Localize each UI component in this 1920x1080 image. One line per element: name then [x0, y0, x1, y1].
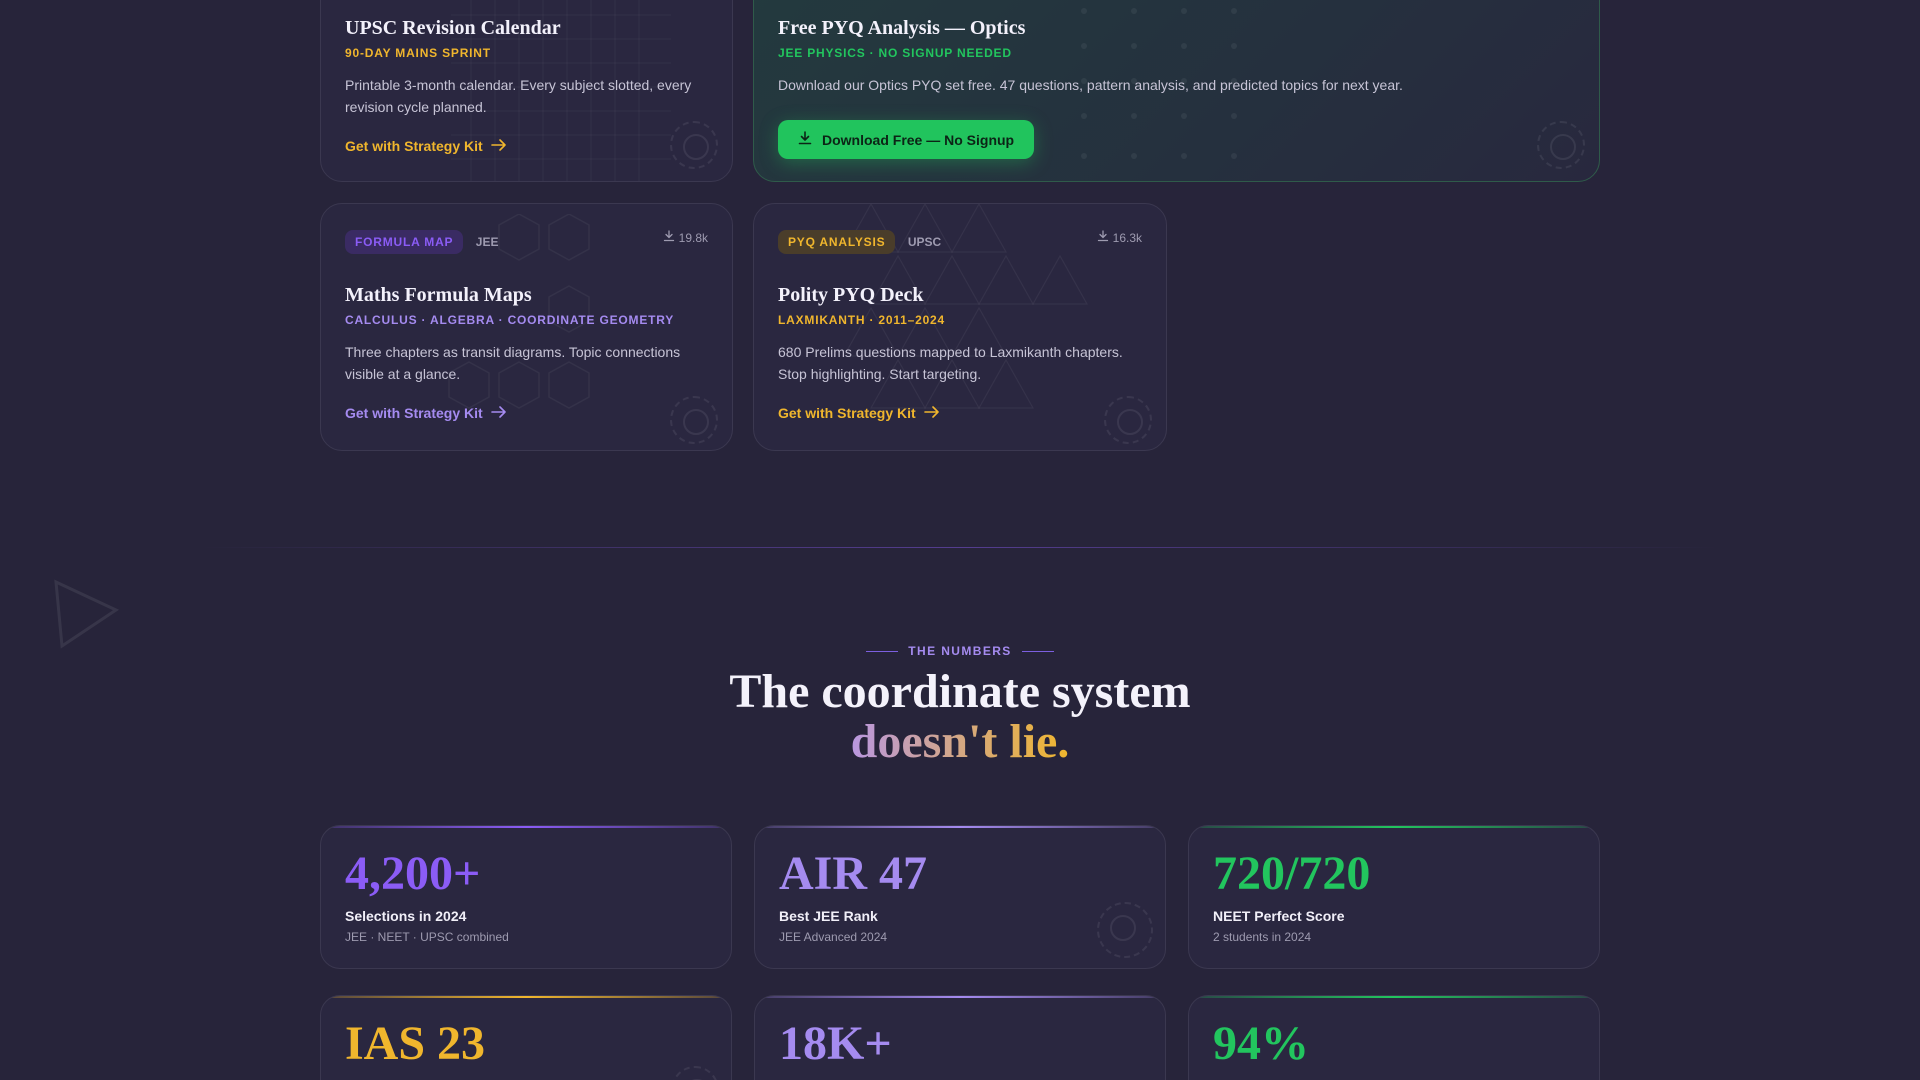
- stat-label: Selections in 2024: [345, 908, 467, 924]
- card-title: Maths Formula Maps: [345, 284, 532, 306]
- ring-decoration-icon: [670, 396, 718, 444]
- download-icon: [798, 131, 812, 148]
- card-subtitle: JEE PHYSICS · NO SIGNUP NEEDED: [778, 46, 1012, 60]
- eyebrow-line: [866, 650, 899, 652]
- tag-jee: JEE: [475, 235, 499, 249]
- eyebrow-label: THE NUMBERS: [908, 644, 1012, 658]
- stat-value: 4,200+: [345, 847, 481, 900]
- eyebrow-line: [1021, 650, 1054, 652]
- card-title: Polity PYQ Deck: [778, 284, 924, 306]
- link-label: Get with Strategy Kit: [345, 138, 483, 154]
- stat-note: 2 students in 2024: [1213, 930, 1312, 944]
- optics-free-card: Free PYQ Analysis — Optics JEE PHYSICS ·…: [753, 0, 1600, 182]
- card-subtitle: 90-DAY MAINS SPRINT: [345, 46, 491, 60]
- stat-value: 94%: [1213, 1017, 1309, 1070]
- tag-pyq-analysis: PYQ ANALYSIS: [778, 230, 896, 254]
- stat-value: 720/720: [1213, 847, 1371, 900]
- stat-note: JEE · NEET · UPSC combined: [345, 930, 509, 944]
- download-button-label: Download Free — No Signup: [822, 131, 1015, 148]
- ring-decoration-icon: [1097, 902, 1153, 958]
- arrow-right-icon: [490, 138, 507, 154]
- download-free-button[interactable]: Download Free — No Signup: [778, 120, 1035, 159]
- stat-card: IAS 23: [320, 995, 732, 1080]
- stat-card: AIR 47 Best JEE Rank JEE Advanced 2024: [754, 825, 1166, 969]
- card-description: Download our Optics PYQ set free. 47 que…: [778, 77, 1403, 93]
- stat-accent-bar: [1189, 996, 1599, 998]
- stat-card: 4,200+ Selections in 2024 JEE · NEET · U…: [320, 825, 732, 969]
- stat-card: 94%: [1188, 995, 1600, 1080]
- link-label: Get with Strategy Kit: [778, 405, 916, 421]
- card-title: Free PYQ Analysis — Optics: [778, 17, 1026, 39]
- stat-accent-bar: [755, 996, 1165, 998]
- download-icon: [663, 230, 675, 245]
- link-label: Get with Strategy Kit: [345, 405, 483, 421]
- card-subtitle: LAXMIKANTH · 2011–2024: [778, 313, 945, 327]
- polity-pyq-card: PYQ ANALYSIS UPSC 16.3k Polity PYQ Deck …: [753, 203, 1167, 451]
- stat-value: 18K+: [779, 1017, 892, 1070]
- download-count: 16.3k: [1097, 230, 1142, 245]
- stat-card: 18K+: [754, 995, 1166, 1080]
- card-description: 680 Prelims questions mapped to Laxmikan…: [778, 344, 1123, 382]
- section-headline-accent: doesn't lie.: [0, 718, 1920, 766]
- get-strategy-kit-link[interactable]: Get with Strategy Kit: [778, 405, 940, 421]
- section-headline: The coordinate system: [729, 665, 1191, 718]
- arrow-right-icon: [923, 405, 940, 421]
- card-subtitle: CALCULUS · ALGEBRA · COORDINATE GEOMETRY: [345, 313, 675, 327]
- download-count-value: 16.3k: [1112, 230, 1142, 245]
- stat-value: AIR 47: [779, 847, 928, 900]
- section-divider: [200, 547, 1720, 548]
- card-description: Printable 3-month calendar. Every subjec…: [345, 77, 692, 115]
- download-icon: [1097, 230, 1109, 245]
- download-count-value: 19.8k: [678, 230, 708, 245]
- ring-decoration-icon: [671, 1066, 719, 1080]
- section-eyebrow: THE NUMBERS: [0, 644, 1920, 658]
- stat-value: IAS 23: [345, 1017, 486, 1070]
- ring-decoration-icon: [1104, 396, 1152, 444]
- ring-decoration-icon: [1537, 121, 1585, 169]
- stat-accent-bar: [755, 826, 1165, 828]
- card-description: Three chapters as transit diagrams. Topi…: [345, 344, 681, 382]
- stat-note: JEE Advanced 2024: [779, 930, 888, 944]
- get-strategy-kit-link[interactable]: Get with Strategy Kit: [345, 138, 507, 154]
- stat-card: 720/720 NEET Perfect Score 2 students in…: [1188, 825, 1600, 969]
- play-triangle-icon: [54, 579, 120, 649]
- card-title: UPSC Revision Calendar: [345, 17, 561, 39]
- tag-formula-map: FORMULA MAP: [345, 230, 464, 254]
- maths-formula-card: FORMULA MAP JEE 19.8k Maths Formula Maps…: [320, 203, 733, 451]
- stat-label: NEET Perfect Score: [1213, 908, 1345, 924]
- upsc-calendar-card: UPSC Revision Calendar 90-DAY MAINS SPRI…: [320, 0, 733, 182]
- tag-upsc: UPSC: [907, 235, 942, 249]
- stat-label: Best JEE Rank: [779, 908, 878, 924]
- headline-accent-text: doesn't lie.: [850, 715, 1070, 768]
- download-count: 19.8k: [663, 230, 708, 245]
- ring-decoration-icon: [670, 121, 718, 169]
- arrow-right-icon: [490, 405, 507, 421]
- get-strategy-kit-link[interactable]: Get with Strategy Kit: [345, 405, 507, 421]
- stat-accent-bar: [321, 826, 731, 828]
- stat-accent-bar: [321, 996, 731, 998]
- stat-accent-bar: [1189, 826, 1599, 828]
